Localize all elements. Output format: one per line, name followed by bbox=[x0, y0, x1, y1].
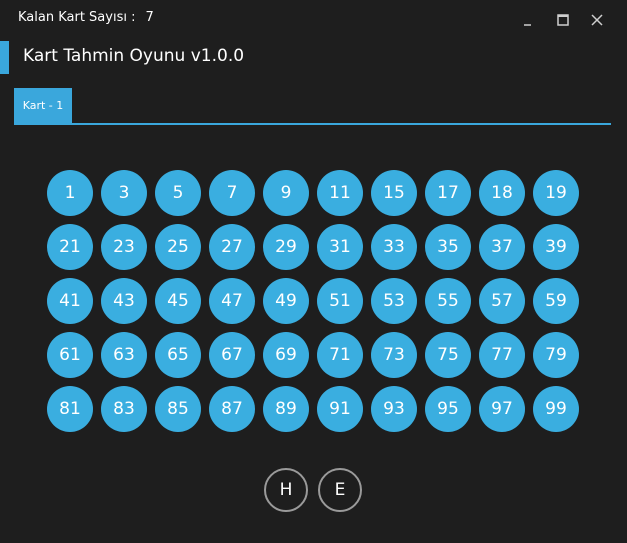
title-accent-bar bbox=[0, 41, 9, 74]
number-button[interactable]: 87 bbox=[209, 386, 255, 432]
maximize-button[interactable] bbox=[553, 10, 573, 30]
number-button[interactable]: 83 bbox=[101, 386, 147, 432]
number-button[interactable]: 39 bbox=[533, 224, 579, 270]
number-button[interactable]: 18 bbox=[479, 170, 525, 216]
number-button[interactable]: 5 bbox=[155, 170, 201, 216]
number-button[interactable]: 41 bbox=[47, 278, 93, 324]
number-button[interactable]: 71 bbox=[317, 332, 363, 378]
number-button[interactable]: 75 bbox=[425, 332, 471, 378]
number-button[interactable]: 29 bbox=[263, 224, 309, 270]
number-button[interactable]: 9 bbox=[263, 170, 309, 216]
number-button[interactable]: 49 bbox=[263, 278, 309, 324]
number-button[interactable]: 19 bbox=[533, 170, 579, 216]
number-button[interactable]: 51 bbox=[317, 278, 363, 324]
number-button[interactable]: 53 bbox=[371, 278, 417, 324]
number-button[interactable]: 95 bbox=[425, 386, 471, 432]
window-controls bbox=[519, 10, 607, 30]
number-button[interactable]: 27 bbox=[209, 224, 255, 270]
maximize-icon bbox=[557, 14, 569, 26]
number-button[interactable]: 85 bbox=[155, 386, 201, 432]
number-button[interactable]: 31 bbox=[317, 224, 363, 270]
minimize-icon bbox=[524, 24, 531, 26]
number-button[interactable]: 93 bbox=[371, 386, 417, 432]
number-button[interactable]: 33 bbox=[371, 224, 417, 270]
number-button[interactable]: 47 bbox=[209, 278, 255, 324]
number-button[interactable]: 65 bbox=[155, 332, 201, 378]
no-button[interactable]: H bbox=[264, 468, 308, 512]
number-button[interactable]: 35 bbox=[425, 224, 471, 270]
number-button[interactable]: 77 bbox=[479, 332, 525, 378]
number-button[interactable]: 79 bbox=[533, 332, 579, 378]
app-window: Kalan Kart Sayısı : 7 Kart Tahmin Oyunu v… bbox=[0, 0, 627, 543]
tab-underline bbox=[14, 123, 611, 125]
remaining-cards-label: Kalan Kart Sayısı : bbox=[18, 10, 136, 25]
number-button[interactable]: 73 bbox=[371, 332, 417, 378]
yes-button[interactable]: E bbox=[318, 468, 362, 512]
number-button[interactable]: 55 bbox=[425, 278, 471, 324]
number-button[interactable]: 17 bbox=[425, 170, 471, 216]
close-icon bbox=[591, 14, 603, 26]
number-button[interactable]: 3 bbox=[101, 170, 147, 216]
remaining-cards-count: 7 bbox=[145, 10, 154, 25]
number-button[interactable]: 99 bbox=[533, 386, 579, 432]
number-button[interactable]: 63 bbox=[101, 332, 147, 378]
number-button[interactable]: 37 bbox=[479, 224, 525, 270]
card-number-grid: 1 3 5 7 9 11 15 17 18 19 21 23 25 27 29 31 33 35 37 39 41 43 4… bbox=[47, 170, 587, 432]
number-button[interactable]: 11 bbox=[317, 170, 363, 216]
minimize-button[interactable] bbox=[519, 10, 539, 30]
number-button[interactable]: 23 bbox=[101, 224, 147, 270]
tab-label: Kart - 1 bbox=[22, 99, 64, 112]
number-button[interactable]: 59 bbox=[533, 278, 579, 324]
number-button[interactable]: 21 bbox=[47, 224, 93, 270]
number-button[interactable]: 57 bbox=[479, 278, 525, 324]
number-button[interactable]: 97 bbox=[479, 386, 525, 432]
tab-kart-1[interactable]: Kart - 1 bbox=[14, 88, 72, 123]
number-button[interactable]: 61 bbox=[47, 332, 93, 378]
answer-buttons: H E bbox=[264, 468, 362, 512]
number-button[interactable]: 89 bbox=[263, 386, 309, 432]
app-title: Kart Tahmin Oyunu v1.0.0 bbox=[23, 46, 245, 66]
number-button[interactable]: 7 bbox=[209, 170, 255, 216]
number-button[interactable]: 67 bbox=[209, 332, 255, 378]
number-button[interactable]: 91 bbox=[317, 386, 363, 432]
number-button[interactable]: 1 bbox=[47, 170, 93, 216]
remaining-cards-status: Kalan Kart Sayısı : 7 bbox=[18, 10, 154, 25]
number-button[interactable]: 69 bbox=[263, 332, 309, 378]
number-button[interactable]: 15 bbox=[371, 170, 417, 216]
number-button[interactable]: 81 bbox=[47, 386, 93, 432]
close-button[interactable] bbox=[587, 10, 607, 30]
number-button[interactable]: 43 bbox=[101, 278, 147, 324]
number-button[interactable]: 45 bbox=[155, 278, 201, 324]
number-button[interactable]: 25 bbox=[155, 224, 201, 270]
